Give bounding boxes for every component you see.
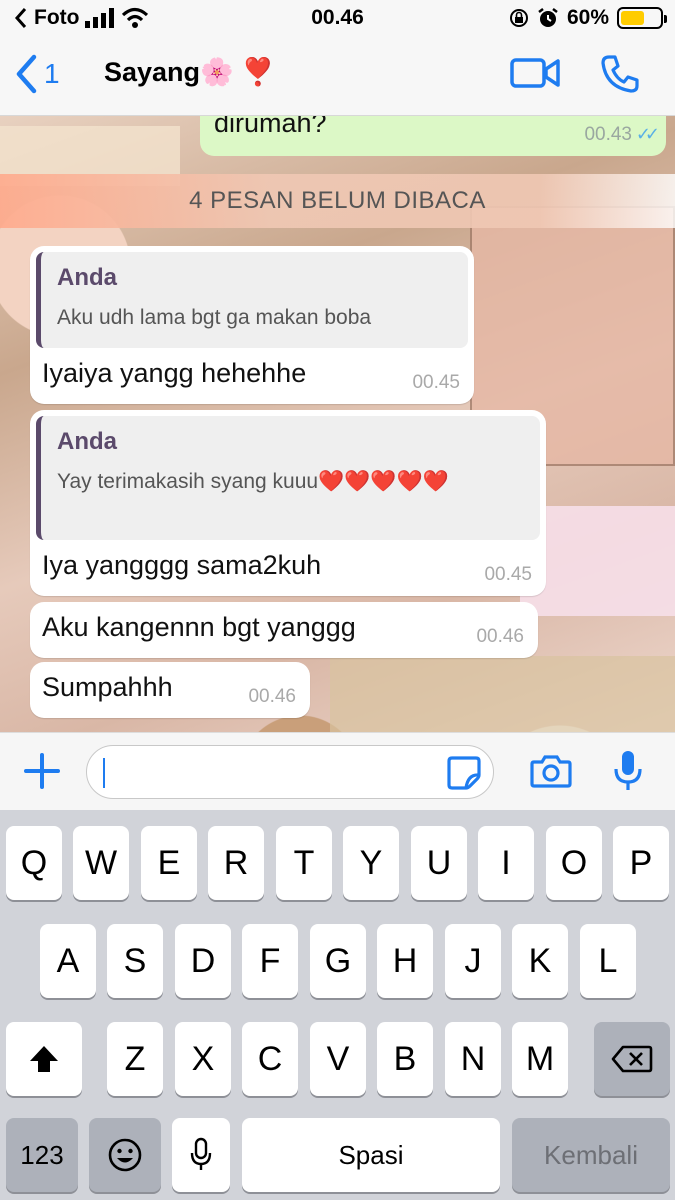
phone-icon xyxy=(601,55,639,93)
attach-button[interactable] xyxy=(22,751,62,796)
lock-rotation-icon xyxy=(509,9,528,27)
alarm-icon xyxy=(538,8,558,27)
mic-icon xyxy=(614,751,642,790)
text-cursor xyxy=(103,758,105,788)
space-key[interactable]: Spasi xyxy=(242,1118,500,1192)
key-m[interactable]: M xyxy=(512,1022,568,1096)
shift-key[interactable] xyxy=(6,1022,82,1096)
unread-banner: 4 PESAN BELUM DIBACA xyxy=(0,174,675,228)
plus-icon xyxy=(24,753,60,789)
outgoing-message[interactable]: dirumah? 00.43 ✓✓ xyxy=(200,116,666,156)
key-p[interactable]: P xyxy=(613,826,669,900)
backspace-icon xyxy=(611,1045,653,1073)
quoted-message[interactable]: Anda Yay terimakasih syang kuuu❤️❤️❤️❤️❤… xyxy=(36,416,540,540)
read-receipt-icon: ✓✓ xyxy=(635,124,660,144)
battery-icon xyxy=(617,7,667,29)
sticker-icon xyxy=(447,756,481,790)
backspace-key[interactable] xyxy=(594,1022,670,1096)
key-f[interactable]: F xyxy=(242,924,298,998)
message-text: Aku kangennn bgt yanggg xyxy=(42,612,356,642)
key-l[interactable]: L xyxy=(580,924,636,998)
key-e[interactable]: E xyxy=(141,826,197,900)
key-c[interactable]: C xyxy=(242,1022,298,1096)
incoming-message[interactable]: Anda Aku udh lama bgt ga makan boba Iyai… xyxy=(30,246,474,404)
incoming-message[interactable]: Sumpahhh 00.46 xyxy=(30,662,310,718)
key-z[interactable]: Z xyxy=(107,1022,163,1096)
key-k[interactable]: K xyxy=(512,924,568,998)
message-text: Sumpahhh xyxy=(42,672,173,702)
key-s[interactable]: S xyxy=(107,924,163,998)
message-time: 00.46 xyxy=(248,686,296,707)
message-time: 00.46 xyxy=(476,626,524,647)
incoming-message[interactable]: Anda Yay terimakasih syang kuuu❤️❤️❤️❤️❤… xyxy=(30,410,546,596)
key-j[interactable]: J xyxy=(445,924,501,998)
key-n[interactable]: N xyxy=(445,1022,501,1096)
video-call-icon xyxy=(510,58,560,88)
battery-percent: 60% xyxy=(566,6,609,29)
key-h[interactable]: H xyxy=(377,924,433,998)
message-text: Iya yangggg sama2kuh xyxy=(42,550,322,580)
key-i[interactable]: I xyxy=(478,826,534,900)
message-input[interactable] xyxy=(86,745,494,799)
quote-author: Anda xyxy=(57,428,117,455)
status-bar: Foto 00.46 60% xyxy=(0,0,675,38)
contact-name[interactable]: Sayang🌸 ❣️ xyxy=(104,56,275,88)
chevron-left-icon xyxy=(16,54,37,94)
quote-text: Yay terimakasih syang kuuu❤️❤️❤️❤️❤️ xyxy=(57,470,449,493)
key-y[interactable]: Y xyxy=(343,826,399,900)
status-right: 60% xyxy=(509,6,667,30)
key-r[interactable]: R xyxy=(208,826,264,900)
key-o[interactable]: O xyxy=(546,826,602,900)
message-text: Iyaiya yangg hehehhe xyxy=(42,358,307,388)
unread-count: 1 xyxy=(44,58,60,89)
quoted-message[interactable]: Anda Aku udh lama bgt ga makan boba xyxy=(36,252,468,348)
chat-area[interactable]: dirumah? 00.43 ✓✓ 4 PESAN BELUM DIBACA A… xyxy=(0,116,675,732)
camera-icon xyxy=(530,755,572,788)
shift-icon xyxy=(30,1046,58,1072)
key-d[interactable]: D xyxy=(175,924,231,998)
key-x[interactable]: X xyxy=(175,1022,231,1096)
message-time: 00.45 xyxy=(484,564,532,585)
emoji-key[interactable] xyxy=(89,1118,161,1192)
back-button[interactable]: 1 xyxy=(14,54,60,94)
incoming-message[interactable]: Aku kangennn bgt yanggg 00.46 xyxy=(30,602,538,658)
message-time: 00.43 xyxy=(584,124,632,145)
emoji-icon xyxy=(108,1138,142,1172)
key-a[interactable]: A xyxy=(40,924,96,998)
keyboard: Q W E R T Y U I O P A S D F G H J K L Z … xyxy=(0,810,675,1200)
key-w[interactable]: W xyxy=(73,826,129,900)
composer-bar xyxy=(0,732,675,810)
video-call-button[interactable] xyxy=(510,56,560,95)
key-v[interactable]: V xyxy=(310,1022,366,1096)
key-q[interactable]: Q xyxy=(6,826,62,900)
voice-call-button[interactable] xyxy=(600,54,640,99)
message-time: 00.45 xyxy=(412,372,460,393)
dictation-mic-icon xyxy=(190,1137,212,1170)
message-text: dirumah? xyxy=(214,116,327,138)
quote-text: Aku udh lama bgt ga makan boba xyxy=(57,306,372,329)
chat-header: 1 Sayang🌸 ❣️ xyxy=(0,38,675,116)
numbers-key[interactable]: 123 xyxy=(6,1118,78,1192)
return-key[interactable]: Kembali xyxy=(512,1118,670,1192)
voice-note-button[interactable] xyxy=(613,749,643,798)
sticker-button[interactable] xyxy=(446,755,482,796)
key-u[interactable]: U xyxy=(411,826,467,900)
dictation-key[interactable] xyxy=(172,1118,230,1192)
camera-button[interactable] xyxy=(530,753,572,794)
wallpaper-panel xyxy=(330,656,675,732)
key-g[interactable]: G xyxy=(310,924,366,998)
quote-author: Anda xyxy=(57,264,117,291)
key-t[interactable]: T xyxy=(276,826,332,900)
key-b[interactable]: B xyxy=(377,1022,433,1096)
